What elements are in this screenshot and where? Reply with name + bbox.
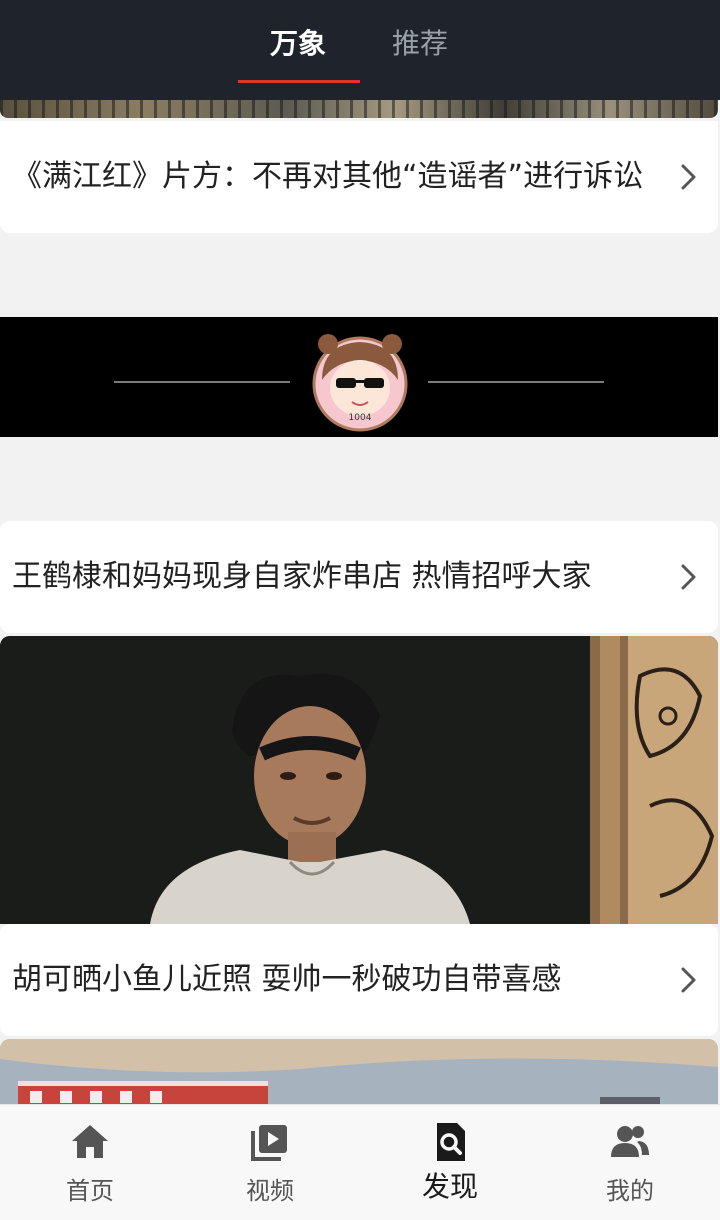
user-group-icon — [611, 1126, 649, 1157]
portrait-photo — [0, 636, 718, 924]
nav-video-label: 视频 — [246, 1177, 294, 1205]
video-icon — [251, 1125, 287, 1161]
news-title: 胡可晒小鱼儿近照 耍帅一秒破功自带喜感 — [12, 962, 562, 997]
news-photo[interactable] — [0, 636, 718, 924]
nav-mine[interactable]: 我的 — [540, 1105, 720, 1220]
banner-divider-left — [114, 381, 290, 383]
building-photo — [0, 1039, 718, 1109]
avatar-caption: 1004 — [349, 413, 372, 423]
nav-video[interactable]: 视频 — [180, 1105, 360, 1220]
active-tab-indicator — [238, 80, 360, 83]
news-card[interactable]: 胡可晒小鱼儿近照 耍帅一秒破功自带喜感 — [0, 924, 718, 1036]
feed-image-top-partial[interactable] — [0, 100, 718, 118]
cartoon-avatar-icon: 1004 — [312, 334, 408, 432]
news-photo[interactable] — [0, 1039, 718, 1109]
top-tab-bar: 万象 推荐 — [0, 0, 720, 100]
chevron-right-icon — [681, 564, 696, 590]
tab-wanxiang[interactable]: 万象 — [270, 22, 326, 66]
nav-discover-label: 发现 — [421, 1170, 478, 1203]
news-title: 王鹤棣和妈妈现身自家炸串店 热情招呼大家 — [12, 559, 592, 594]
banner-divider-right — [428, 381, 604, 383]
news-card[interactable]: 《满江红》片方：不再对其他“造谣者”进行诉讼 — [0, 121, 718, 233]
bottom-nav: 首页 视频 发现 我的 — [0, 1104, 720, 1220]
nav-home[interactable]: 首页 — [0, 1105, 180, 1220]
news-feed[interactable]: 《满江红》片方：不再对其他“造谣者”进行诉讼 1004 王鹤棣和妈妈现身自家炸串… — [0, 0, 720, 1220]
home-icon — [72, 1125, 108, 1158]
chevron-right-icon — [681, 164, 696, 190]
discover-icon — [437, 1123, 465, 1161]
tab-recommend[interactable]: 推荐 — [392, 22, 448, 66]
news-card[interactable]: 王鹤棣和妈妈现身自家炸串店 热情招呼大家 — [0, 521, 718, 633]
nav-discover[interactable]: 发现 — [360, 1105, 540, 1220]
nav-mine-label: 我的 — [606, 1177, 654, 1205]
nav-home-label: 首页 — [66, 1177, 114, 1205]
news-title: 《满江红》片方：不再对其他“造谣者”进行诉讼 — [12, 159, 644, 194]
chevron-right-icon — [681, 967, 696, 993]
